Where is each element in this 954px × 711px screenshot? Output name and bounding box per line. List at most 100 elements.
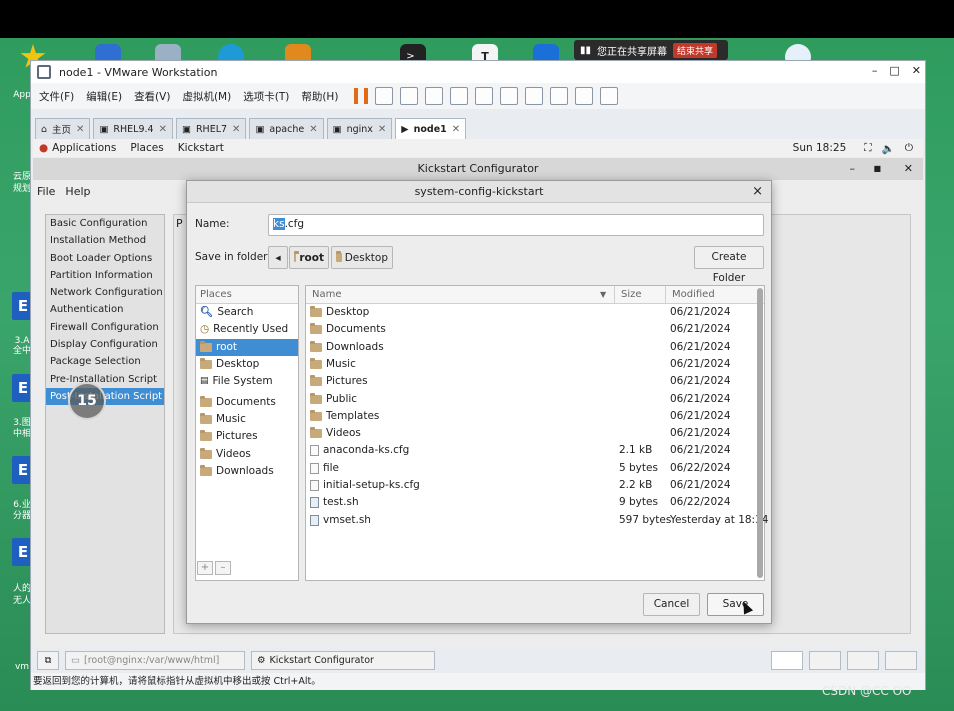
workspace-1[interactable]: [771, 650, 803, 670]
path-back-button[interactable]: ◂: [268, 246, 288, 269]
column-size[interactable]: Size: [621, 286, 642, 303]
pause-icon[interactable]: [354, 88, 369, 104]
path-root-button[interactable]: root: [289, 246, 329, 269]
sidebar-item-installation-method[interactable]: Installation Method: [46, 232, 164, 249]
file-row-test-sh[interactable]: test.sh 9 bytes 06/22/2024: [306, 494, 752, 511]
place-recently-used[interactable]: ◷ Recently Used: [196, 321, 298, 338]
place-search[interactable]: 🔍︎ Search: [196, 304, 298, 321]
taskbar-terminal[interactable]: ▭ [root@nginx:/var/www/html]: [65, 650, 245, 670]
snapshot-manager-icon[interactable]: [450, 87, 469, 105]
console-view-icon[interactable]: [575, 87, 594, 105]
remove-bookmark-button[interactable]: –: [215, 561, 231, 575]
maximize-icon[interactable]: ■: [873, 158, 881, 180]
place-desktop[interactable]: Desktop: [196, 356, 298, 373]
power-icon[interactable]: ⏻: [905, 142, 913, 155]
sidebar-item-display-configuration[interactable]: Display Configuration: [46, 336, 164, 353]
file-row-videos[interactable]: Videos 06/21/2024: [306, 425, 752, 442]
menu-view[interactable]: 查看(V): [134, 89, 170, 104]
tab-home[interactable]: ⌂ 主页 ✕: [35, 118, 91, 139]
sort-chevron-down-icon[interactable]: ▼: [600, 286, 606, 303]
minimize-icon[interactable]: –: [850, 158, 856, 180]
menu-file[interactable]: 文件(F): [39, 89, 74, 104]
save-button[interactable]: Save: [707, 593, 764, 616]
tab-node1[interactable]: ▶ node1 ✕: [395, 118, 467, 139]
send-keys-icon[interactable]: [375, 87, 394, 105]
thumbnail-icon[interactable]: [500, 87, 519, 105]
revert-snapshot-icon[interactable]: [425, 87, 444, 105]
file-row-templates[interactable]: Templates 06/21/2024: [306, 408, 752, 425]
workspace-2[interactable]: [809, 650, 841, 670]
add-bookmark-button[interactable]: +: [197, 561, 213, 575]
volume-icon[interactable]: 🔈: [882, 142, 895, 155]
files-scrollbar[interactable]: [757, 288, 763, 578]
kickstart-titlebar[interactable]: Kickstart Configurator – ■ ✕: [33, 158, 923, 180]
menu-help[interactable]: Help: [65, 185, 90, 198]
sidebar-item-basic-configuration[interactable]: Basic Configuration: [46, 215, 164, 232]
place-music[interactable]: Music: [196, 411, 298, 428]
file-row-initial-setup-ks[interactable]: initial-setup-ks.cfg 2.2 kB 06/21/2024: [306, 477, 752, 494]
create-folder-button[interactable]: Create Folder: [694, 246, 764, 284]
menu-tabs[interactable]: 选项卡(T): [243, 89, 289, 104]
unity-icon[interactable]: [550, 87, 569, 105]
taskbar-kickstart[interactable]: ⚙ Kickstart Configurator: [251, 650, 435, 670]
place-file-system[interactable]: ▤ File System: [196, 373, 298, 390]
sidebar-item-network-configuration[interactable]: Network Configuration: [46, 284, 164, 301]
places-menu[interactable]: Places: [130, 142, 163, 154]
close-icon[interactable]: ✕: [232, 124, 240, 135]
tab-rhel94[interactable]: ▣ RHEL9.4 ✕: [93, 118, 173, 139]
menu-vm[interactable]: 虚拟机(M): [182, 89, 231, 104]
place-root[interactable]: root: [196, 338, 298, 356]
stop-share-button[interactable]: 结束共享: [673, 42, 718, 58]
sidebar-item-firewall-configuration[interactable]: Firewall Configuration: [46, 319, 164, 336]
close-icon[interactable]: ✕: [309, 124, 317, 135]
file-row-anaconda-ks[interactable]: anaconda-ks.cfg 2.1 kB 06/21/2024: [306, 442, 752, 459]
maximize-icon[interactable]: □: [889, 64, 899, 77]
column-modified[interactable]: Modified: [672, 286, 715, 303]
network-icon[interactable]: ⛶: [864, 142, 871, 155]
dialog-titlebar[interactable]: system-config-kickstart: [187, 181, 771, 203]
sidebar-item-partition-information[interactable]: Partition Information: [46, 267, 164, 284]
workspace-4[interactable]: [885, 650, 917, 670]
file-row-public[interactable]: Public 06/21/2024: [306, 391, 752, 408]
close-icon[interactable]: ✕: [159, 124, 167, 135]
menu-help[interactable]: 帮助(H): [301, 89, 338, 104]
file-row-file[interactable]: file 5 bytes 06/22/2024: [306, 460, 752, 477]
place-documents[interactable]: Documents: [196, 393, 298, 410]
file-row-pictures[interactable]: Pictures 06/21/2024: [306, 373, 752, 390]
tab-apache[interactable]: ▣ apache ✕: [249, 118, 324, 139]
library-icon[interactable]: [475, 87, 494, 105]
file-row-vmset-sh[interactable]: vmset.sh 597 bytes Yesterday at 18:34: [306, 512, 768, 529]
path-desktop-button[interactable]: Desktop: [331, 246, 393, 269]
sidebar-item-pre-installation-script[interactable]: Pre-Installation Script: [46, 371, 164, 388]
menu-file[interactable]: File: [37, 185, 55, 198]
full-screen-icon[interactable]: [525, 87, 544, 105]
filename-input[interactable]: ks.cfg: [268, 214, 764, 236]
place-videos[interactable]: Videos: [196, 445, 298, 462]
close-icon[interactable]: ✕: [76, 124, 84, 135]
workspace-3[interactable]: [847, 650, 879, 670]
sidebar-item-authentication[interactable]: Authentication: [46, 301, 164, 318]
sidebar-item-package-selection[interactable]: Package Selection: [46, 353, 164, 370]
file-row-music[interactable]: Music 06/21/2024: [306, 356, 752, 373]
sidebar-item-boot-loader-options[interactable]: Boot Loader Options: [46, 250, 164, 267]
stretch-icon[interactable]: [600, 87, 619, 105]
close-icon[interactable]: ✕: [452, 124, 460, 135]
place-pictures[interactable]: Pictures: [196, 428, 298, 445]
clock[interactable]: Sun 18:25: [793, 142, 847, 154]
applications-menu[interactable]: Applications: [52, 142, 116, 154]
close-icon[interactable]: ✕: [378, 124, 386, 135]
close-icon[interactable]: ×: [752, 184, 763, 199]
close-icon[interactable]: ✕: [912, 64, 921, 77]
menu-edit[interactable]: 编辑(E): [86, 89, 122, 104]
file-row-desktop[interactable]: Desktop 06/21/2024: [306, 304, 752, 321]
kickstart-app-menu[interactable]: Kickstart: [178, 142, 224, 154]
cancel-button[interactable]: Cancel: [643, 593, 700, 616]
snapshot-icon[interactable]: [400, 87, 419, 105]
minimize-icon[interactable]: –: [872, 64, 878, 77]
show-desktop-icon[interactable]: ⧉: [37, 650, 59, 670]
close-icon[interactable]: ✕: [904, 158, 913, 180]
place-downloads[interactable]: Downloads: [196, 463, 298, 480]
tab-nginx[interactable]: ▣ nginx ✕: [326, 118, 393, 139]
vmware-titlebar[interactable]: node1 - VMware Workstation – □ ✕: [31, 61, 925, 83]
column-name[interactable]: Name: [312, 286, 342, 303]
